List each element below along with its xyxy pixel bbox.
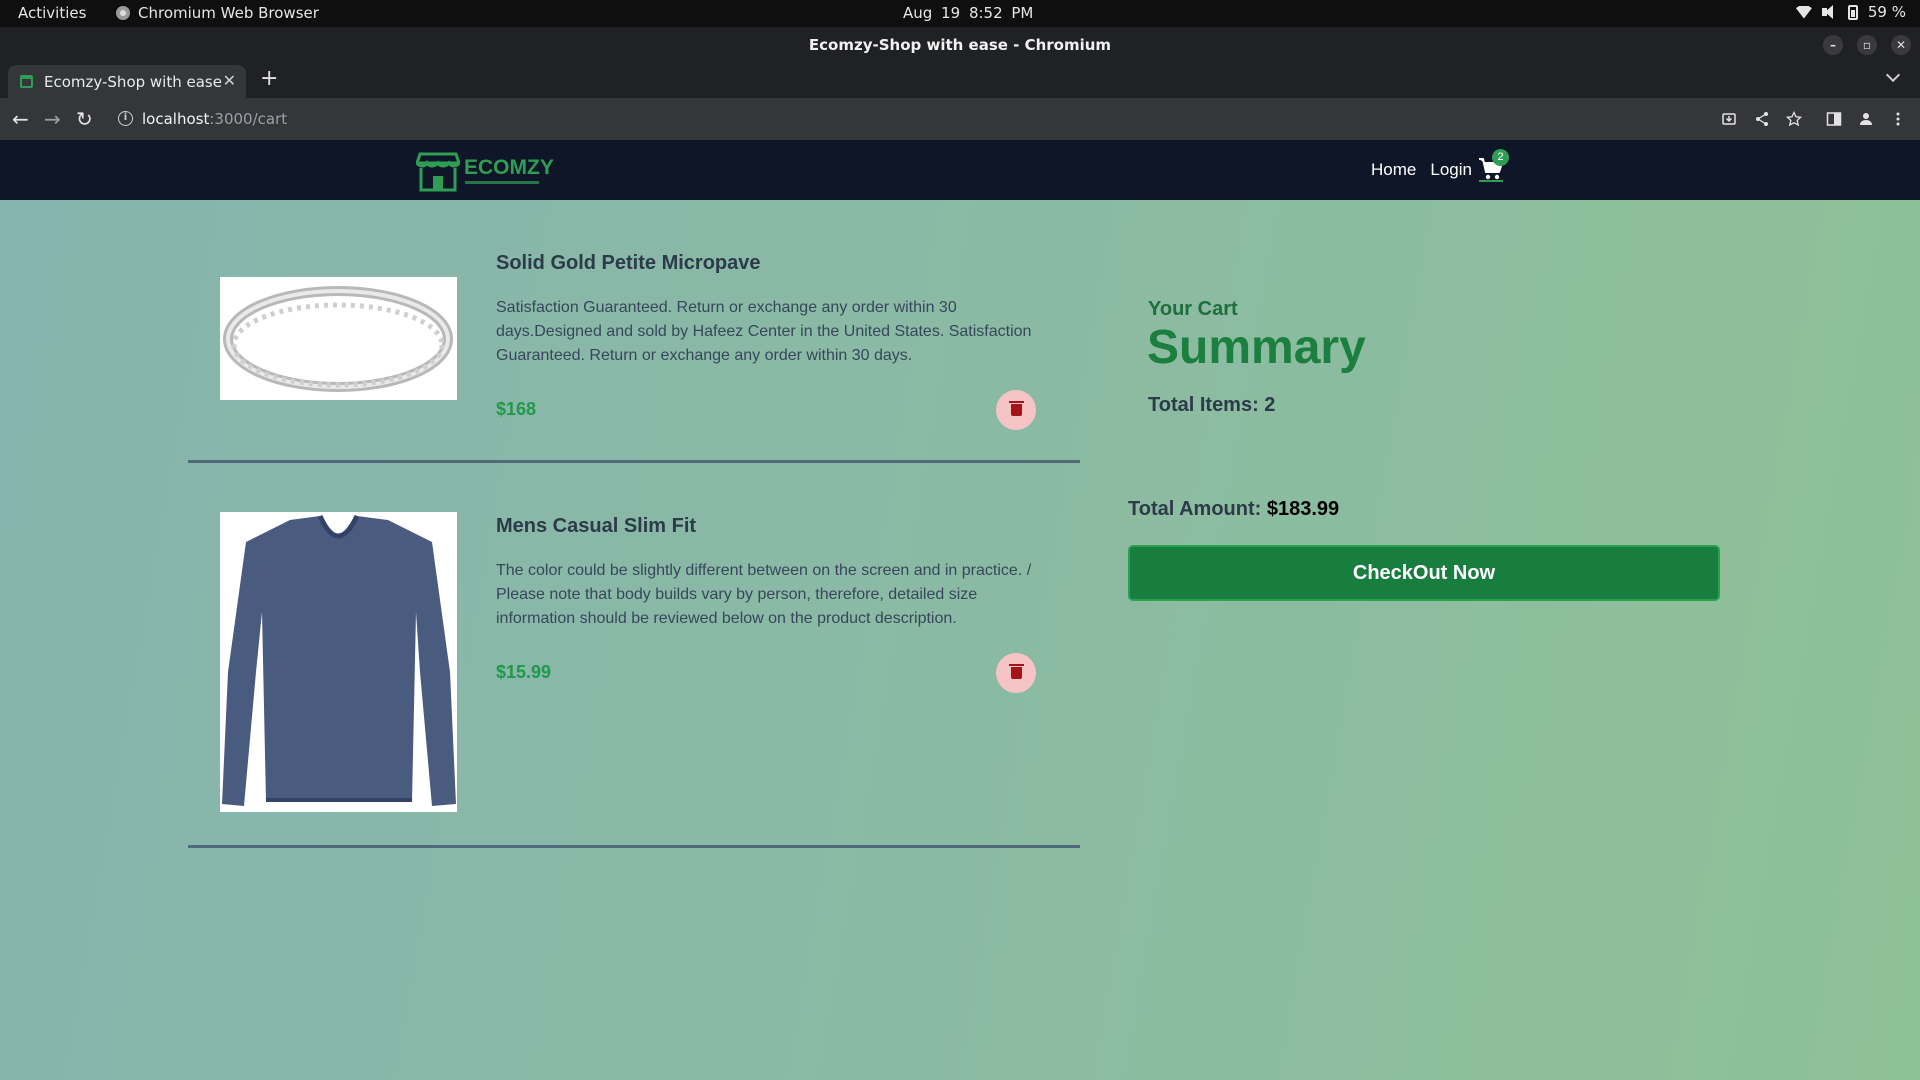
bookmark-star-icon[interactable]	[1786, 111, 1802, 127]
summary-heading: Summary	[1147, 321, 1366, 374]
product-description: Satisfaction Guaranteed. Return or excha…	[496, 299, 1032, 364]
product-description: The color could be slightly different be…	[496, 562, 1032, 627]
date-label: Aug 19	[903, 4, 961, 22]
trash-icon	[1009, 664, 1024, 679]
app-name-label: Chromium Web Browser	[138, 4, 319, 22]
remove-item-button[interactable]	[996, 653, 1036, 693]
your-cart-label: Your Cart	[1148, 298, 1238, 320]
battery-label: 59 %	[1867, 3, 1906, 21]
system-tray[interactable]: 59 %	[1795, 3, 1906, 21]
window-title-bar: Ecomzy-Shop with ease - Chromium – ▫ ✕	[0, 27, 1920, 62]
clock[interactable]: Aug 19 8:52 PM	[903, 4, 1033, 22]
browser-toolbar: ← → ↻ i localhost:3000/cart	[0, 98, 1920, 140]
tab-close-icon[interactable]: ✕	[223, 71, 236, 90]
product-name: Solid Gold Petite Micropave	[496, 252, 761, 274]
install-icon[interactable]	[1721, 111, 1737, 127]
profile-icon[interactable]	[1858, 111, 1874, 127]
total-amount: Total Amount: $183.99	[1128, 498, 1339, 521]
tab-title: Ecomzy-Shop with ease	[44, 73, 222, 91]
total-amount-label: Total Amount:	[1128, 498, 1262, 520]
total-items: Total Items: 2	[1148, 394, 1276, 416]
wifi-icon	[1795, 5, 1812, 19]
new-tab-icon[interactable]: +	[260, 66, 278, 91]
volume-icon	[1821, 5, 1838, 19]
minimize-button[interactable]: –	[1823, 35, 1843, 55]
close-window-button[interactable]: ✕	[1891, 35, 1911, 55]
product-price: $15.99	[496, 662, 552, 682]
share-icon[interactable]	[1754, 111, 1770, 127]
trash-icon	[1009, 401, 1024, 416]
more-menu-icon[interactable]	[1890, 111, 1906, 127]
cart-summary: Your Cart Summary Total Items: 2 Total A…	[1128, 140, 1720, 640]
reload-icon[interactable]: ↻	[76, 107, 93, 131]
maximize-button[interactable]: ▫	[1857, 35, 1877, 55]
product-name: Mens Casual Slim Fit	[496, 515, 697, 537]
product-price: $168	[496, 399, 537, 419]
checkout-button[interactable]: CheckOut Now	[1128, 545, 1720, 601]
cart-item: Mens Casual Slim Fit The color could be …	[188, 463, 1080, 848]
forward-arrow-icon[interactable]: →	[44, 107, 61, 131]
tab-ecomzy[interactable]: Ecomzy-Shop with ease ✕	[8, 65, 246, 98]
url-path: :3000/cart	[209, 110, 288, 128]
product-image-shirt	[220, 512, 457, 812]
window-title: Ecomzy-Shop with ease - Chromium	[808, 36, 1112, 54]
site-info-icon[interactable]: i	[118, 111, 133, 126]
store-favicon-icon	[20, 75, 33, 88]
back-arrow-icon[interactable]: ←	[12, 107, 29, 131]
app-menu[interactable]: Chromium Web Browser	[116, 4, 319, 22]
side-panel-icon[interactable]	[1826, 111, 1842, 127]
system-top-bar: Activities Chromium Web Browser Aug 19 8…	[0, 0, 1920, 27]
cart-item: Solid Gold Petite Micropave Satisfaction…	[188, 140, 1080, 463]
remove-item-button[interactable]	[996, 390, 1036, 430]
tab-strip: Ecomzy-Shop with ease ✕	[0, 62, 1920, 98]
time-label: 8:52 PM	[968, 4, 1034, 22]
total-amount-value: $183.99	[1266, 498, 1340, 520]
battery-icon	[1847, 4, 1858, 20]
address-bar[interactable]: i localhost:3000/cart	[108, 103, 1718, 135]
chromium-icon	[116, 6, 130, 20]
url-host: localhost	[142, 110, 210, 128]
activities-button[interactable]: Activities	[18, 4, 86, 22]
url-text[interactable]: localhost:3000/cart	[142, 110, 287, 128]
web-page: ECOMZY Home Login 2 Solid Gold Petite Mi…	[0, 140, 1920, 1080]
product-image-ring	[220, 277, 457, 400]
